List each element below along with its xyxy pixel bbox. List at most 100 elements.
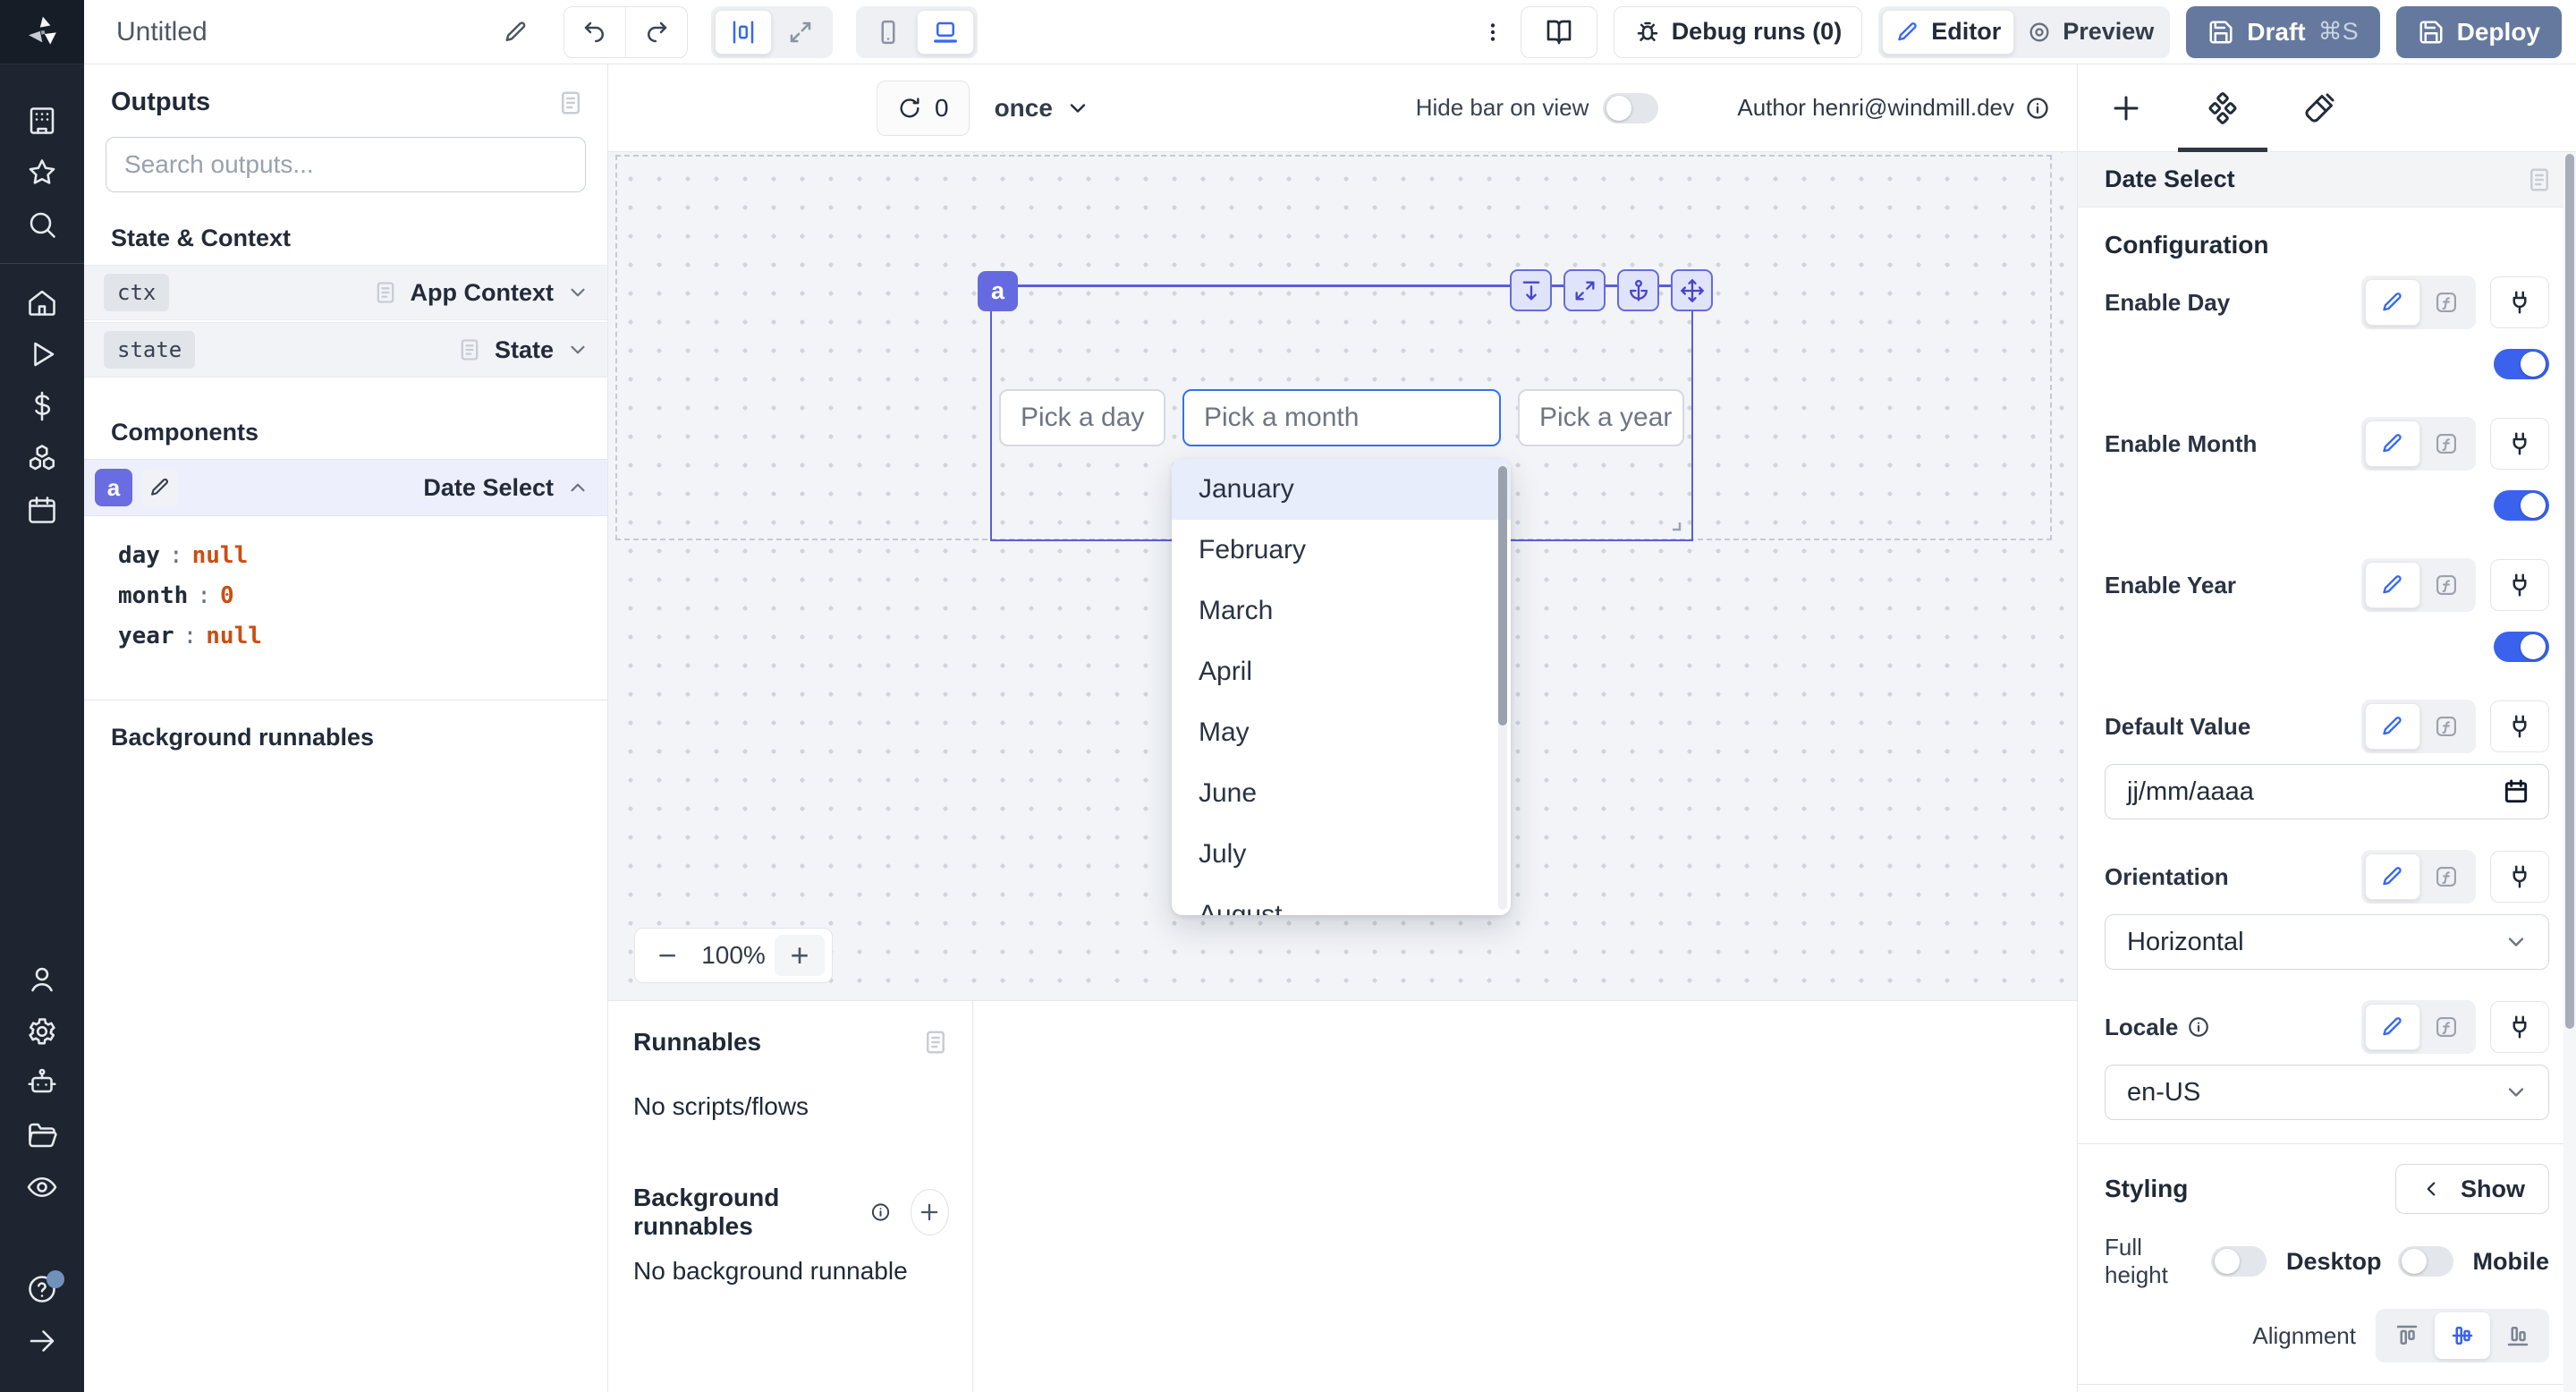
docs-book-button[interactable]: [1521, 6, 1597, 58]
component-doc-icon[interactable]: [2526, 166, 2553, 193]
home-icon[interactable]: [0, 276, 84, 328]
month-option-january[interactable]: January: [1172, 459, 1511, 520]
json-row-month[interactable]: month:0: [118, 576, 607, 616]
eval-editor-function-icon[interactable]: [2420, 279, 2472, 326]
preview-tab[interactable]: Preview: [2014, 10, 2166, 55]
connect-plug-icon[interactable]: [2490, 851, 2549, 903]
fullscreen-icon[interactable]: [1563, 269, 1606, 311]
state-chevron-down-icon[interactable]: [566, 338, 589, 361]
variables-dollar-icon[interactable]: [0, 380, 84, 432]
full-height-toggle[interactable]: [2211, 1246, 2267, 1277]
enable-day-toggle[interactable]: [2494, 349, 2549, 379]
connect-plug-icon[interactable]: [2490, 700, 2549, 752]
eval-editor-function-icon[interactable]: [2420, 420, 2472, 467]
eval-editor-function-icon[interactable]: [2420, 562, 2472, 608]
json-row-day[interactable]: day:null: [118, 536, 607, 576]
desktop-view-button[interactable]: [917, 10, 974, 55]
redo-button[interactable]: [626, 7, 687, 57]
ctx-chevron-down-icon[interactable]: [566, 281, 589, 304]
app-canvas[interactable]: a Pick a day Pick a month Pick a year: [608, 152, 2077, 1000]
hide-bar-toggle[interactable]: [1603, 93, 1658, 123]
dropdown-scrollbar-thumb[interactable]: [1498, 466, 1507, 726]
month-option-april[interactable]: April: [1172, 641, 1511, 702]
component-tag[interactable]: a: [978, 271, 1018, 311]
workers-robot-icon[interactable]: [0, 1057, 84, 1109]
align-center-icon[interactable]: [2435, 1312, 2490, 1359]
pick-year-input[interactable]: Pick a year: [1518, 389, 1684, 446]
component-row-date-select[interactable]: a Date Select: [84, 459, 607, 516]
mobile-view-button[interactable]: [860, 10, 917, 55]
static-editor-pencil-icon[interactable]: [2365, 703, 2420, 750]
rename-pencil-icon[interactable]: [503, 19, 530, 46]
tab-settings-components-icon[interactable]: [2174, 64, 2271, 151]
static-editor-pencil-icon[interactable]: [2365, 853, 2420, 900]
schedules-calendar-icon[interactable]: [0, 484, 84, 536]
refresh-count-button[interactable]: 0: [877, 81, 970, 136]
add-background-runnable-button[interactable]: [911, 1189, 949, 1235]
deploy-button[interactable]: Deploy: [2396, 6, 2562, 58]
search-outputs-input[interactable]: [124, 150, 567, 179]
resources-cubes-icon[interactable]: [0, 432, 84, 484]
resize-handle-icon[interactable]: [1666, 516, 1684, 534]
static-editor-pencil-icon[interactable]: [2365, 562, 2420, 608]
ctx-row[interactable]: ctx App Context: [84, 265, 607, 320]
settings-gear-icon[interactable]: [0, 1006, 84, 1057]
component-chevron-up-icon[interactable]: [566, 476, 589, 499]
help-icon[interactable]: [0, 1263, 84, 1315]
locale-select[interactable]: en-US: [2105, 1065, 2549, 1120]
calendar-icon[interactable]: [2502, 777, 2530, 806]
connect-plug-icon[interactable]: [2490, 276, 2549, 328]
debug-runs-button[interactable]: Debug runs (0): [1614, 6, 1863, 58]
enable-year-toggle[interactable]: [2494, 632, 2549, 662]
pick-month-input[interactable]: Pick a month: [1182, 389, 1501, 446]
windmill-logo[interactable]: [0, 0, 84, 64]
outputs-doc-icon[interactable]: [557, 89, 584, 116]
pick-day-input[interactable]: Pick a day: [999, 389, 1165, 446]
desktop-toggle[interactable]: [2398, 1246, 2453, 1277]
styling-show-button[interactable]: Show: [2395, 1164, 2549, 1214]
run-mode-dropdown[interactable]: once: [995, 94, 1090, 123]
align-top-icon[interactable]: [2379, 1312, 2435, 1359]
author-info-icon[interactable]: [2025, 96, 2050, 121]
draft-button[interactable]: Draft ⌘S: [2186, 6, 2379, 58]
workspace-building-icon[interactable]: [0, 95, 84, 147]
anchor-icon[interactable]: [1617, 269, 1659, 311]
audit-eye-icon[interactable]: [0, 1161, 84, 1213]
outputs-search[interactable]: [106, 137, 586, 192]
orientation-select[interactable]: Horizontal: [2105, 914, 2549, 970]
more-options-kebab-icon[interactable]: [1481, 20, 1504, 45]
settings-scrollbar-thumb[interactable]: [2565, 154, 2574, 1029]
user-icon[interactable]: [0, 954, 84, 1006]
align-bottom-icon[interactable]: [2490, 1312, 2546, 1359]
json-row-year[interactable]: year:null: [118, 616, 607, 657]
runs-play-icon[interactable]: [0, 328, 84, 380]
static-editor-pencil-icon[interactable]: [2365, 1004, 2420, 1050]
enable-month-toggle[interactable]: [2494, 490, 2549, 521]
month-option-may[interactable]: May: [1172, 702, 1511, 763]
locale-info-icon[interactable]: [2187, 1015, 2210, 1039]
zoom-out-button[interactable]: −: [642, 935, 692, 976]
centered-layout-button[interactable]: [715, 10, 772, 55]
zoom-in-button[interactable]: +: [775, 935, 825, 976]
static-editor-pencil-icon[interactable]: [2365, 279, 2420, 326]
favorites-star-icon[interactable]: [0, 147, 84, 199]
expand-down-icon[interactable]: [1510, 269, 1552, 311]
move-icon[interactable]: [1671, 269, 1713, 311]
tab-insert-plus-icon[interactable]: [2078, 64, 2174, 151]
connect-plug-icon[interactable]: [2490, 559, 2549, 611]
expand-arrow-right-icon[interactable]: [0, 1315, 84, 1367]
undo-button[interactable]: [564, 7, 625, 57]
month-option-august[interactable]: August: [1172, 885, 1511, 915]
state-row[interactable]: state State: [84, 322, 607, 378]
settings-scrollbar-track[interactable]: [2563, 152, 2576, 1392]
full-width-button[interactable]: [772, 10, 829, 55]
search-icon[interactable]: [0, 199, 84, 250]
month-option-june[interactable]: June: [1172, 763, 1511, 824]
background-runnables-info-icon[interactable]: [870, 1200, 891, 1225]
month-option-july[interactable]: July: [1172, 824, 1511, 885]
runnables-doc-icon[interactable]: [922, 1029, 949, 1056]
static-editor-pencil-icon[interactable]: [2365, 420, 2420, 467]
default-value-date-input[interactable]: jj/mm/aaaa: [2105, 764, 2549, 819]
eval-editor-function-icon[interactable]: [2420, 1004, 2472, 1050]
eval-editor-function-icon[interactable]: [2420, 853, 2472, 900]
